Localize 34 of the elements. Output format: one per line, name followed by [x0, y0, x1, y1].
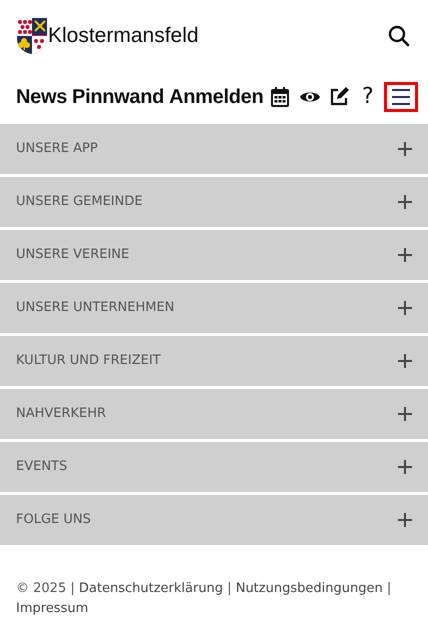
- plus-icon: [398, 513, 412, 527]
- menu-icon: [391, 88, 411, 106]
- footer-link[interactable]: Impressum: [16, 600, 88, 616]
- help-button[interactable]: ?: [354, 82, 381, 112]
- accordion-header[interactable]: EVENTS: [0, 442, 428, 492]
- nav-link[interactable]: Anmelden: [169, 82, 264, 112]
- edit-icon: [328, 87, 349, 107]
- plus-icon: [398, 354, 412, 368]
- accordion-header[interactable]: FOLGE UNS: [0, 495, 428, 545]
- footer-link[interactable]: Nutzungsbedingungen: [236, 581, 383, 596]
- accordion-header[interactable]: UNSERE GEMEINDE: [0, 177, 428, 227]
- accordion-header[interactable]: KULTUR UND FREIZEIT: [0, 336, 428, 386]
- footer-text: |: [227, 581, 232, 596]
- site-name[interactable]: Klostermansfeld: [48, 20, 199, 52]
- footer-text: © 2025: [16, 581, 66, 596]
- calendar-icon: [271, 87, 290, 107]
- nav-link[interactable]: News: [16, 82, 68, 112]
- plus-icon: [398, 407, 412, 421]
- nav-link[interactable]: Pinnwand: [72, 82, 164, 112]
- plus-icon: [398, 248, 412, 262]
- plus-icon: [398, 142, 412, 156]
- plus-icon: [398, 195, 412, 209]
- accordion-header[interactable]: UNSERE APP: [0, 124, 428, 174]
- accordion-header[interactable]: NAHVERKEHR: [0, 389, 428, 439]
- footer-link[interactable]: Datenschutzerklärung: [78, 581, 224, 596]
- search-icon: [388, 25, 410, 47]
- accordion-header[interactable]: UNSERE VEREINE: [0, 230, 428, 280]
- accordion-header[interactable]: UNSERE UNTERNEHMEN: [0, 283, 428, 333]
- footer-text: |: [70, 581, 75, 596]
- menu-button[interactable]: [384, 82, 418, 112]
- footer-text: |: [386, 581, 392, 596]
- coat-of-arms-logo: [16, 17, 48, 55]
- plus-icon: [398, 460, 412, 474]
- plus-icon: [398, 301, 412, 315]
